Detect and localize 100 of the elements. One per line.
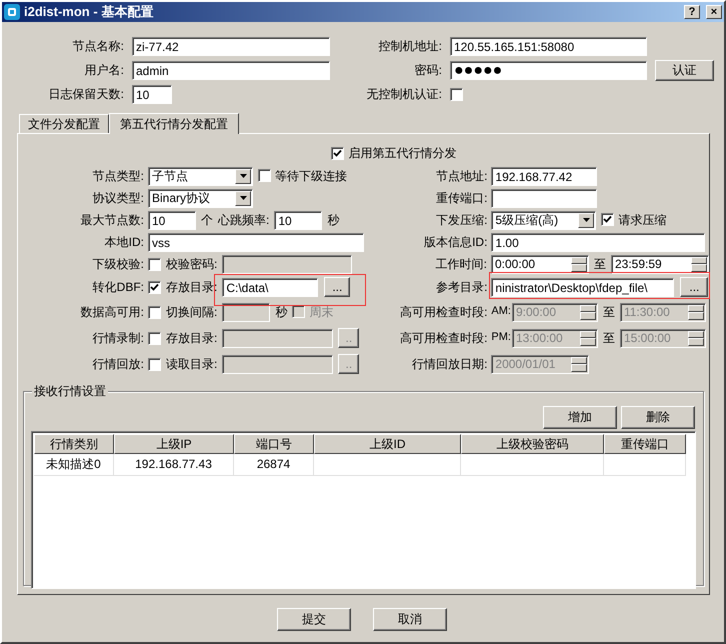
field-label: 转化DBF: xyxy=(92,280,144,294)
action-button[interactable]: 删除 xyxy=(621,406,695,429)
checkbox-label: 请求压缩 xyxy=(618,212,666,228)
dialog-button[interactable]: 提交 xyxy=(277,608,351,631)
unit-label: 至 xyxy=(602,304,615,320)
browse-button[interactable]: ... xyxy=(680,277,708,297)
auth-button[interactable]: 认证 xyxy=(655,60,714,80)
checkbox[interactable] xyxy=(258,169,271,182)
column-header[interactable]: 上级校验密码 xyxy=(461,434,604,454)
dialog-button[interactable]: 取消 xyxy=(373,608,447,631)
unit-label: 至 xyxy=(594,256,606,272)
text-field[interactable]: C:\data\ xyxy=(222,278,318,296)
spin-arrows-icon xyxy=(688,304,704,320)
field-label: 节点地址: xyxy=(435,168,488,184)
group-title: 接收行情设置 xyxy=(32,384,108,398)
browse-button[interactable]: ... xyxy=(324,277,350,297)
unit-label: 至 xyxy=(602,330,615,346)
column-header[interactable]: 端口号 xyxy=(234,434,314,454)
field-label: 控制机地址: xyxy=(378,38,442,54)
field-label: 密码: xyxy=(414,62,442,78)
text-field[interactable]: admin xyxy=(132,60,330,80)
spin-arrows-icon xyxy=(688,330,704,346)
window-title: i2dist-mon - 基本配置 xyxy=(24,4,154,20)
field-label: 读取目录: xyxy=(166,356,218,372)
field-label: 重传端口: xyxy=(435,190,488,206)
tab[interactable]: 第五代行情分发配置 xyxy=(109,112,239,134)
field-label: 日志保留天数: xyxy=(48,86,124,102)
time-field[interactable]: 0:00:00 xyxy=(491,254,589,274)
checkbox[interactable] xyxy=(148,358,161,370)
column-header[interactable]: 重传端口 xyxy=(604,434,686,454)
field-label: 版本信息ID: xyxy=(423,234,488,250)
caret-icon xyxy=(235,190,251,206)
checkbox[interactable] xyxy=(148,306,161,318)
unit-label: 个 xyxy=(201,212,213,228)
column-header[interactable]: 行情类别 xyxy=(34,434,114,454)
field-label: 节点名称: xyxy=(72,38,124,54)
field-label: 校验密码: xyxy=(166,256,218,272)
checkbox-label: 等待下级连接 xyxy=(275,168,347,184)
text-field[interactable]: 120.55.165.151:58080 xyxy=(450,36,647,56)
field-label: 行情录制: xyxy=(92,330,144,346)
checkbox[interactable] xyxy=(148,332,161,344)
column-header[interactable]: 上级IP xyxy=(114,434,234,454)
time-field[interactable]: 23:59:59 xyxy=(611,254,709,274)
text-field[interactable]: 192.168.77.42 xyxy=(491,166,598,186)
field-label: 行情回放: xyxy=(92,356,144,372)
checkbox[interactable] xyxy=(450,88,463,100)
field-label: 数据高可用: xyxy=(80,304,144,320)
spin-arrows-icon xyxy=(580,330,596,346)
text-field[interactable]: vss xyxy=(148,232,364,252)
field-label: 切换间隔: xyxy=(166,304,218,320)
text-field[interactable] xyxy=(491,188,598,208)
field-label: 参考目录: xyxy=(435,280,488,294)
checkbox[interactable] xyxy=(601,213,614,226)
table-cell: 192.168.77.43 xyxy=(114,454,234,476)
action-button[interactable]: 增加 xyxy=(543,406,617,429)
spin-arrows-icon xyxy=(691,256,707,272)
field-label: 用户名: xyxy=(84,62,124,78)
text-field[interactable]: 10 xyxy=(148,210,196,230)
checkbox-label: 周末 xyxy=(309,304,334,320)
help-button[interactable]: ? xyxy=(684,5,700,19)
table-cell: 未知描述0 xyxy=(34,454,114,476)
tab[interactable]: 文件分发配置 xyxy=(19,114,109,133)
field-label: 节点类型: xyxy=(92,168,144,184)
password-field[interactable]: ●●●●● xyxy=(450,60,647,80)
field-label: 心跳频率: xyxy=(218,212,270,228)
unit-label: 秒 xyxy=(275,304,288,320)
text-field[interactable]: 1.00 xyxy=(491,232,706,252)
checkbox[interactable] xyxy=(148,258,161,270)
caret-icon xyxy=(235,168,251,184)
dropdown[interactable]: Binary协议 xyxy=(148,188,253,208)
field-label: 工作时间: xyxy=(434,256,487,272)
field-label: 行情回放日期: xyxy=(411,356,488,372)
text-field[interactable]: 10 xyxy=(274,210,322,230)
unit-label: 秒 xyxy=(327,212,340,228)
field-label: 无控制机认证: xyxy=(366,86,442,102)
field-label: 协议类型: xyxy=(92,190,144,206)
field-label: 存放目录: xyxy=(166,330,218,346)
field-label: 高可用检查时段: xyxy=(399,304,488,320)
text-field[interactable]: zi-77.42 xyxy=(132,36,330,56)
close-button[interactable]: × xyxy=(706,5,722,19)
field-label: 高可用检查时段: xyxy=(399,330,488,346)
field-label: 下发压缩: xyxy=(435,212,488,228)
spin-arrows-icon xyxy=(580,304,596,320)
dropdown[interactable]: 5级压缩(高) xyxy=(491,210,596,230)
checkbox[interactable] xyxy=(330,146,344,160)
app-icon xyxy=(4,4,20,20)
text-field[interactable]: 10 xyxy=(132,84,172,104)
field-label: 下级校验: xyxy=(92,256,144,272)
field-label: 本地ID: xyxy=(104,234,144,250)
text-field[interactable]: ninistrator\Desktop\fdep_file\ xyxy=(491,278,674,296)
column-header[interactable]: 上级ID xyxy=(314,434,461,454)
field-label: PM: xyxy=(491,331,511,345)
checkbox[interactable] xyxy=(148,280,161,294)
spin-arrows-icon xyxy=(571,256,587,272)
caret-icon xyxy=(578,212,594,228)
dropdown[interactable]: 子节点 xyxy=(148,166,253,186)
spin-arrows-icon xyxy=(571,356,588,372)
field-label: AM: xyxy=(491,305,511,319)
checkbox-label: 启用第五代行情分发 xyxy=(348,146,456,160)
field-label: 存放目录: xyxy=(166,280,218,294)
